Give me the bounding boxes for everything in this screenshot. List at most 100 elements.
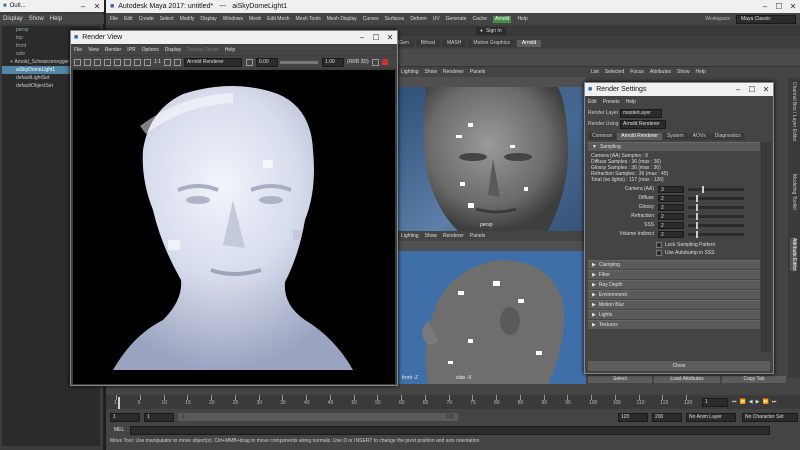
- vp-menu-lighting[interactable]: Lighting: [401, 69, 419, 76]
- sampling-section-header[interactable]: ▼ Sampling: [588, 142, 760, 151]
- render-settings-menu-item[interactable]: Presets: [603, 99, 620, 106]
- maya-menu-item[interactable]: Create: [139, 16, 154, 23]
- minimize-icon[interactable]: –: [76, 2, 90, 11]
- maya-menu-item[interactable]: Edit: [124, 16, 133, 23]
- render-view-menu-item[interactable]: Help: [225, 47, 235, 54]
- vp-menu-show[interactable]: Show: [425, 233, 438, 240]
- playback-end-field[interactable]: 120: [618, 412, 648, 422]
- range-slider[interactable]: 1 120: [178, 413, 458, 421]
- render-settings-menu-item[interactable]: Edit: [588, 99, 597, 106]
- maya-menu-item[interactable]: Help: [517, 16, 527, 23]
- section-header[interactable]: ▶ Motion Blur: [588, 300, 760, 309]
- attr-menu-item[interactable]: List: [591, 69, 599, 76]
- render-icon[interactable]: [74, 58, 81, 66]
- outliner-menu-show[interactable]: Show: [29, 15, 44, 23]
- renderer-dropdown[interactable]: Arnold Renderer: [183, 57, 242, 67]
- current-frame-field[interactable]: 1: [702, 397, 728, 407]
- sampling-slider[interactable]: [688, 213, 744, 220]
- vp-menu-panels[interactable]: Panels: [470, 233, 485, 240]
- slider-handle[interactable]: [696, 204, 699, 211]
- outliner-menu-display[interactable]: Display: [3, 15, 23, 23]
- maya-menu-item[interactable]: Surfaces: [385, 16, 405, 23]
- character-set-dropdown[interactable]: No Character Set: [742, 412, 798, 422]
- command-input[interactable]: [130, 426, 771, 435]
- slider-handle[interactable]: [696, 231, 699, 238]
- display-alpha-icon[interactable]: [173, 58, 181, 66]
- vp-menu-show[interactable]: Show: [425, 69, 438, 76]
- attr-menu-item[interactable]: Show: [677, 69, 690, 76]
- exposure-field[interactable]: 0.00: [255, 57, 278, 67]
- render-view-menu-item[interactable]: Display: [165, 47, 181, 54]
- shelf-tab[interactable]: Motion Graphics: [468, 39, 515, 47]
- render-settings-tab[interactable]: Arnold Renderer: [617, 133, 662, 140]
- render-layer-dropdown[interactable]: masterLayer: [620, 109, 662, 118]
- settings-scrollbar[interactable]: [761, 142, 771, 352]
- section-header[interactable]: ▶ Ray Depth: [588, 280, 760, 289]
- maya-menu-item[interactable]: Mesh: [249, 16, 261, 23]
- tab-attribute-editor[interactable]: Attribute Editor: [790, 238, 797, 272]
- start-time-field[interactable]: 1: [110, 412, 140, 422]
- close-icon[interactable]: ✕: [786, 2, 800, 11]
- close-icon[interactable]: ✕: [383, 33, 397, 42]
- sampling-value-field[interactable]: 3: [658, 186, 684, 193]
- workspace-selector[interactable]: Workspace : Maya Classic: [705, 14, 796, 24]
- close-icon[interactable]: ✕: [90, 2, 104, 11]
- sampling-value-field[interactable]: 2: [658, 204, 684, 211]
- render-settings-tab[interactable]: System: [662, 133, 688, 140]
- attr-menu-item[interactable]: Help: [696, 69, 706, 76]
- maya-menu-item[interactable]: Deform: [410, 16, 426, 23]
- tab-channel-box[interactable]: Channel Box / Layer Editor: [790, 82, 797, 142]
- goto-start-icon[interactable]: ⏮: [732, 399, 737, 406]
- play-forward-icon[interactable]: ▶: [756, 399, 760, 406]
- sampling-slider[interactable]: [688, 222, 744, 229]
- checkbox-row[interactable]: Use Autobump in SSS: [588, 249, 760, 257]
- exposure-slider[interactable]: [279, 60, 318, 64]
- checkbox[interactable]: [656, 250, 662, 256]
- maya-menu-item[interactable]: Display: [200, 16, 216, 23]
- step-forward-icon[interactable]: ⏩: [762, 399, 768, 406]
- sampling-slider[interactable]: [688, 186, 744, 193]
- pause-icon[interactable]: [371, 58, 379, 66]
- sampling-slider[interactable]: [688, 231, 744, 238]
- checkbox[interactable]: [656, 242, 662, 248]
- sampling-value-field[interactable]: 2: [658, 222, 684, 229]
- tab-modeling-toolkit[interactable]: Modeling Toolkit: [790, 174, 797, 210]
- render-view-menu-item[interactable]: Options: [142, 47, 159, 54]
- shelf-tab[interactable]: Bifrost: [415, 39, 440, 47]
- ratio-button[interactable]: 1:1: [154, 59, 161, 66]
- copy-tab-button[interactable]: Copy Tab: [722, 375, 786, 383]
- remove-image-icon[interactable]: [134, 58, 141, 66]
- region-icon[interactable]: [104, 58, 111, 66]
- load-attributes-button[interactable]: Load Attributes: [654, 375, 720, 383]
- maya-menu-item[interactable]: Cache: [473, 16, 487, 23]
- minimize-icon[interactable]: –: [355, 33, 369, 42]
- render-view-menu-item[interactable]: IPR: [127, 47, 135, 54]
- maya-menu-item[interactable]: UV: [433, 16, 440, 23]
- select-button[interactable]: Select: [588, 375, 652, 383]
- sampling-slider[interactable]: [688, 195, 744, 202]
- maximize-icon[interactable]: ☐: [745, 85, 759, 94]
- render-view-menu-item[interactable]: View: [88, 47, 99, 54]
- sampling-value-field[interactable]: 2: [658, 213, 684, 220]
- stop-render-icon[interactable]: [381, 59, 388, 65]
- current-frame-marker[interactable]: [118, 397, 120, 409]
- maximize-icon[interactable]: ☐: [369, 33, 383, 42]
- vp-menu-renderer[interactable]: Renderer: [443, 69, 464, 76]
- step-back-icon[interactable]: ⏪: [740, 399, 746, 406]
- render-view-menu-item[interactable]: File: [74, 47, 82, 54]
- shelf-tab[interactable]: Arnold: [516, 39, 542, 47]
- keep-image-icon[interactable]: [124, 58, 131, 66]
- slider-handle[interactable]: [702, 186, 704, 193]
- display-rgb-icon[interactable]: [163, 58, 171, 66]
- fit-icon[interactable]: [144, 58, 151, 66]
- vp-menu-panels[interactable]: Panels: [470, 69, 485, 76]
- maya-menu-item[interactable]: Select: [160, 16, 174, 23]
- attr-menu-item[interactable]: Focus: [630, 69, 644, 76]
- slider-handle[interactable]: [696, 222, 699, 229]
- sampling-slider[interactable]: [688, 204, 744, 211]
- time-slider[interactable]: 1 5 10 15 20 25 30 35 40 45 50 55 60 65 70 75 80 85 90 95 10…: [106, 395, 800, 409]
- checkbox-row[interactable]: Lock Sampling Pattern: [588, 241, 760, 249]
- mel-label[interactable]: MEL: [114, 427, 124, 434]
- section-header[interactable]: ▶ Lights: [588, 310, 760, 319]
- sampling-value-field[interactable]: 2: [658, 195, 684, 202]
